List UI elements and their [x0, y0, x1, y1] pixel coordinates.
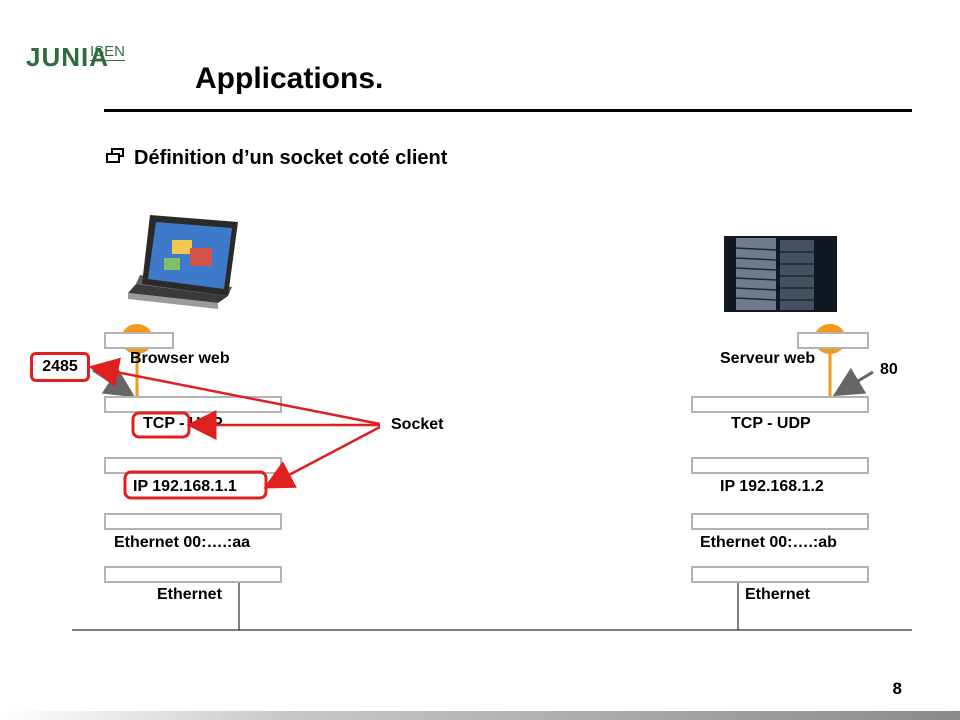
server-phys-box — [691, 566, 869, 583]
server-app-box — [797, 332, 869, 349]
server-transport-label: TCP - UDP — [731, 415, 811, 432]
client-ip-box — [104, 457, 282, 474]
server-transport-box — [691, 396, 869, 413]
client-application-label: Browser web — [130, 350, 230, 367]
page-number: 8 — [892, 679, 902, 698]
footer-gradient-bar — [0, 711, 960, 720]
client-ip-label: IP 192.168.1.1 — [133, 478, 237, 495]
server-port-arrow — [832, 367, 874, 397]
server-port-value: 80 — [880, 361, 898, 378]
client-physical-label: Ethernet — [157, 586, 222, 603]
client-phys-box — [104, 566, 282, 583]
server-physical-label: Ethernet — [745, 586, 810, 603]
server-link-label: Ethernet 00:….:ab — [700, 534, 837, 551]
client-transport-box — [104, 396, 282, 413]
client-port-arrow — [92, 368, 136, 398]
laptop-icon — [128, 215, 238, 309]
client-port-badge: 2485 — [30, 352, 90, 382]
server-rack-icon — [724, 236, 837, 312]
client-app-box — [104, 332, 174, 349]
server-ip-label: IP 192.168.1.2 — [720, 478, 824, 495]
client-port-value: 2485 — [42, 358, 78, 375]
client-link-label: Ethernet 00:….:aa — [114, 534, 251, 551]
server-link-box — [691, 513, 869, 530]
server-application-label: Serveur web — [720, 350, 816, 367]
client-transport-label: TCP - UDP — [143, 415, 223, 432]
client-link-box — [104, 513, 282, 530]
socket-label: Socket — [391, 416, 444, 433]
server-ip-box — [691, 457, 869, 474]
